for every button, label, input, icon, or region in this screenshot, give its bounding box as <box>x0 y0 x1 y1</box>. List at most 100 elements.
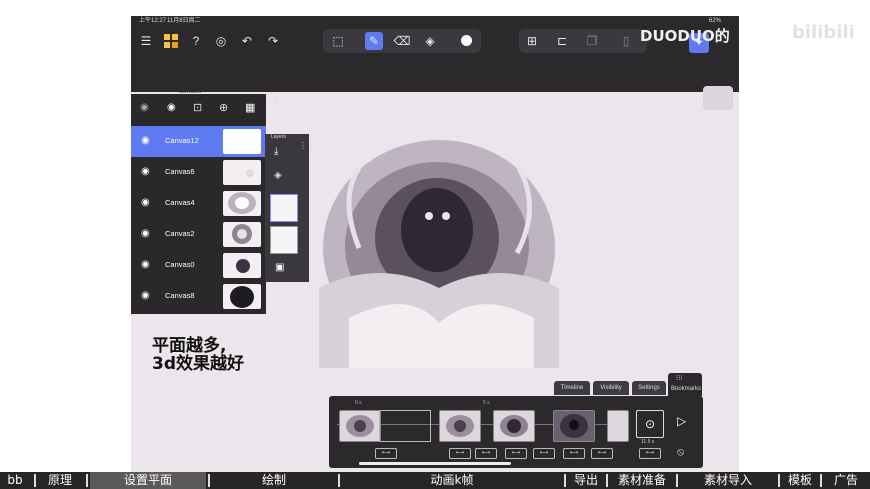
tool-preview-swatch[interactable] <box>703 86 733 110</box>
drag-handle-icon[interactable]: ⋮⋮ <box>299 142 315 150</box>
tab-bookmarks[interactable]: ⁝⁝⁝ Bookmarks <box>668 373 702 396</box>
tab-settings[interactable]: Settings <box>632 381 666 395</box>
device-icon[interactable]: ▯ <box>617 32 635 50</box>
eye-icon[interactable]: ◉ <box>167 102 176 113</box>
chapter-item[interactable]: bb <box>0 472 30 489</box>
play-icon[interactable]: ▷ <box>677 414 686 428</box>
ease-button[interactable]: ⟷ <box>449 448 471 459</box>
merge-down-icon[interactable]: ⤓ <box>274 146 278 157</box>
video-caption: 平面越多, 3d效果越好 <box>152 337 244 373</box>
home-indicator <box>359 462 511 465</box>
chapter-item[interactable]: 广告 <box>824 472 868 489</box>
keyframe-thumbnail[interactable] <box>553 410 595 442</box>
ease-button[interactable]: ⟷ <box>639 448 661 459</box>
eye-icon[interactable]: ◉ <box>141 228 150 239</box>
canvas-item[interactable]: ◉ Canvas2 <box>131 219 266 250</box>
keyframe-thumbnail[interactable] <box>493 410 535 442</box>
canvas-thumbnail <box>223 129 261 154</box>
canvas-item[interactable]: ◉ Canvas6 <box>131 157 266 188</box>
chapter-divider <box>676 474 678 487</box>
ease-button[interactable]: ⟷ <box>563 448 585 459</box>
duplicate-icon[interactable]: ❐ <box>583 32 601 50</box>
app-screen: 上午12:27 11月8日周二 62% ☰ ? ◎ ↶ ↷ ⬚ ✎ ⌫ ◈ ⊞ … <box>131 16 739 472</box>
eye-icon[interactable]: ◉ <box>141 197 150 208</box>
eye-icon[interactable]: ◉ <box>141 166 150 177</box>
canvas-name: Canvas2 <box>165 229 195 238</box>
canvas-name: Canvas8 <box>165 291 195 300</box>
ease-button[interactable]: ⟷ <box>591 448 613 459</box>
brush-icon[interactable]: ✎ <box>365 32 383 50</box>
canvas-thumbnail <box>223 222 261 247</box>
crosshair-icon[interactable]: ⊕ <box>219 101 228 114</box>
chapter-divider <box>564 474 566 487</box>
brain-icon[interactable]: ◎ <box>212 32 230 50</box>
tween-segment[interactable] <box>379 410 431 442</box>
layer-thumbnail[interactable] <box>270 226 298 254</box>
eye-icon[interactable]: ◉ <box>141 135 150 146</box>
canvas-item[interactable]: ◉ Canvas8 <box>131 281 266 312</box>
chapter-item[interactable]: 素材导入 <box>680 472 776 489</box>
watermark-bilibili: bilibili <box>792 22 855 43</box>
canvas-name: Canvas6 <box>165 167 195 176</box>
watermark-duoduo: DUODUO的 <box>640 27 730 45</box>
canvases-panel: ◉ ◉ ⊡ ⊕ ▦ ⋮⋮ ◉ Canvas12 ◉ Canvas6 ◉ Canv… <box>131 94 279 314</box>
layers-title: Layers <box>271 134 287 140</box>
canvas-name: Canvas4 <box>165 198 195 207</box>
undo-icon[interactable]: ↶ <box>238 32 256 50</box>
canvas-item[interactable]: ◉ Canvas4 <box>131 188 266 219</box>
canvas-item[interactable]: ◉ Canvas0 <box>131 250 266 281</box>
add-canvas-icon[interactable]: ⊞ <box>523 32 541 50</box>
ease-button[interactable]: ⟷ <box>505 448 527 459</box>
keyframe-thumbnail[interactable] <box>339 410 381 442</box>
loop-off-icon[interactable]: ⦸ <box>677 446 684 459</box>
chapter-item[interactable]: 动画k帧 <box>342 472 562 489</box>
chapter-divider <box>606 474 608 487</box>
canvas-name: Canvas12 <box>165 136 199 145</box>
eye-icon[interactable]: ◉ <box>141 290 150 301</box>
eye-icon[interactable]: ◉ <box>141 259 150 270</box>
canvas-item[interactable]: ◉ Canvas12 <box>131 126 266 157</box>
drag-handle-icon[interactable]: ⋮⋮ <box>263 98 279 120</box>
align-icon[interactable]: ⊏ <box>553 32 571 50</box>
canvas-thumbnail <box>223 284 261 309</box>
time-marker: 5 s <box>483 400 490 406</box>
layer-thumbnail[interactable] <box>270 194 298 222</box>
chapter-item[interactable]: 绘制 <box>212 472 336 489</box>
chapter-item[interactable]: 模板 <box>782 472 818 489</box>
eraser-icon[interactable]: ⌫ <box>393 32 411 50</box>
gallery-icon[interactable] <box>162 32 180 50</box>
time-readout: 11.5 s <box>641 439 655 445</box>
menu-icon[interactable]: ☰ <box>137 32 155 50</box>
add-keyframe-camera-icon[interactable]: ⊙ <box>636 410 664 438</box>
layer-stack-icon[interactable]: ◈ <box>274 170 282 181</box>
bookmarks-label: Bookmarks <box>671 386 702 392</box>
ease-button[interactable]: ⟷ <box>375 448 397 459</box>
canvas-name: Canvas0 <box>165 260 195 269</box>
color-picker-icon[interactable] <box>457 32 475 50</box>
selection-icon[interactable]: ⬚ <box>329 32 347 50</box>
chapter-divider <box>820 474 822 487</box>
grid-icon[interactable]: ▦ <box>245 101 255 114</box>
chapter-item[interactable]: 导出 <box>568 472 604 489</box>
keyframe-thumbnail[interactable] <box>607 410 629 442</box>
chapter-divider <box>34 474 36 487</box>
tab-timeline[interactable]: Timeline <box>554 381 590 395</box>
chapter-bar: bb 原理 设置平面 绘制 动画k帧 导出 素材准备 素材导入 模板 广告 <box>0 472 870 489</box>
tab-visibility[interactable]: Visibility <box>593 381 629 395</box>
chapter-item[interactable]: 原理 <box>38 472 82 489</box>
visibility-icon[interactable]: ◉ <box>140 102 149 113</box>
status-time: 上午12:27 <box>139 18 167 24</box>
redo-icon[interactable]: ↷ <box>264 32 282 50</box>
help-icon[interactable]: ? <box>187 32 205 50</box>
image-layer-icon[interactable]: ▣ <box>275 262 284 273</box>
bookmarks-dots-icon: ⁝⁝⁝ <box>676 375 683 382</box>
transform-group: ⊞ ⊏ ❐ ▯ <box>519 29 647 53</box>
ease-button[interactable]: ⟷ <box>475 448 497 459</box>
ease-button[interactable]: ⟷ <box>533 448 555 459</box>
chapter-item[interactable]: 素材准备 <box>610 472 674 489</box>
frame-icon[interactable]: ⊡ <box>193 101 202 114</box>
chapter-item-active[interactable]: 设置平面 <box>90 472 206 489</box>
fill-icon[interactable]: ◈ <box>421 32 439 50</box>
keyframe-thumbnail[interactable] <box>439 410 481 442</box>
chapter-divider <box>778 474 780 487</box>
